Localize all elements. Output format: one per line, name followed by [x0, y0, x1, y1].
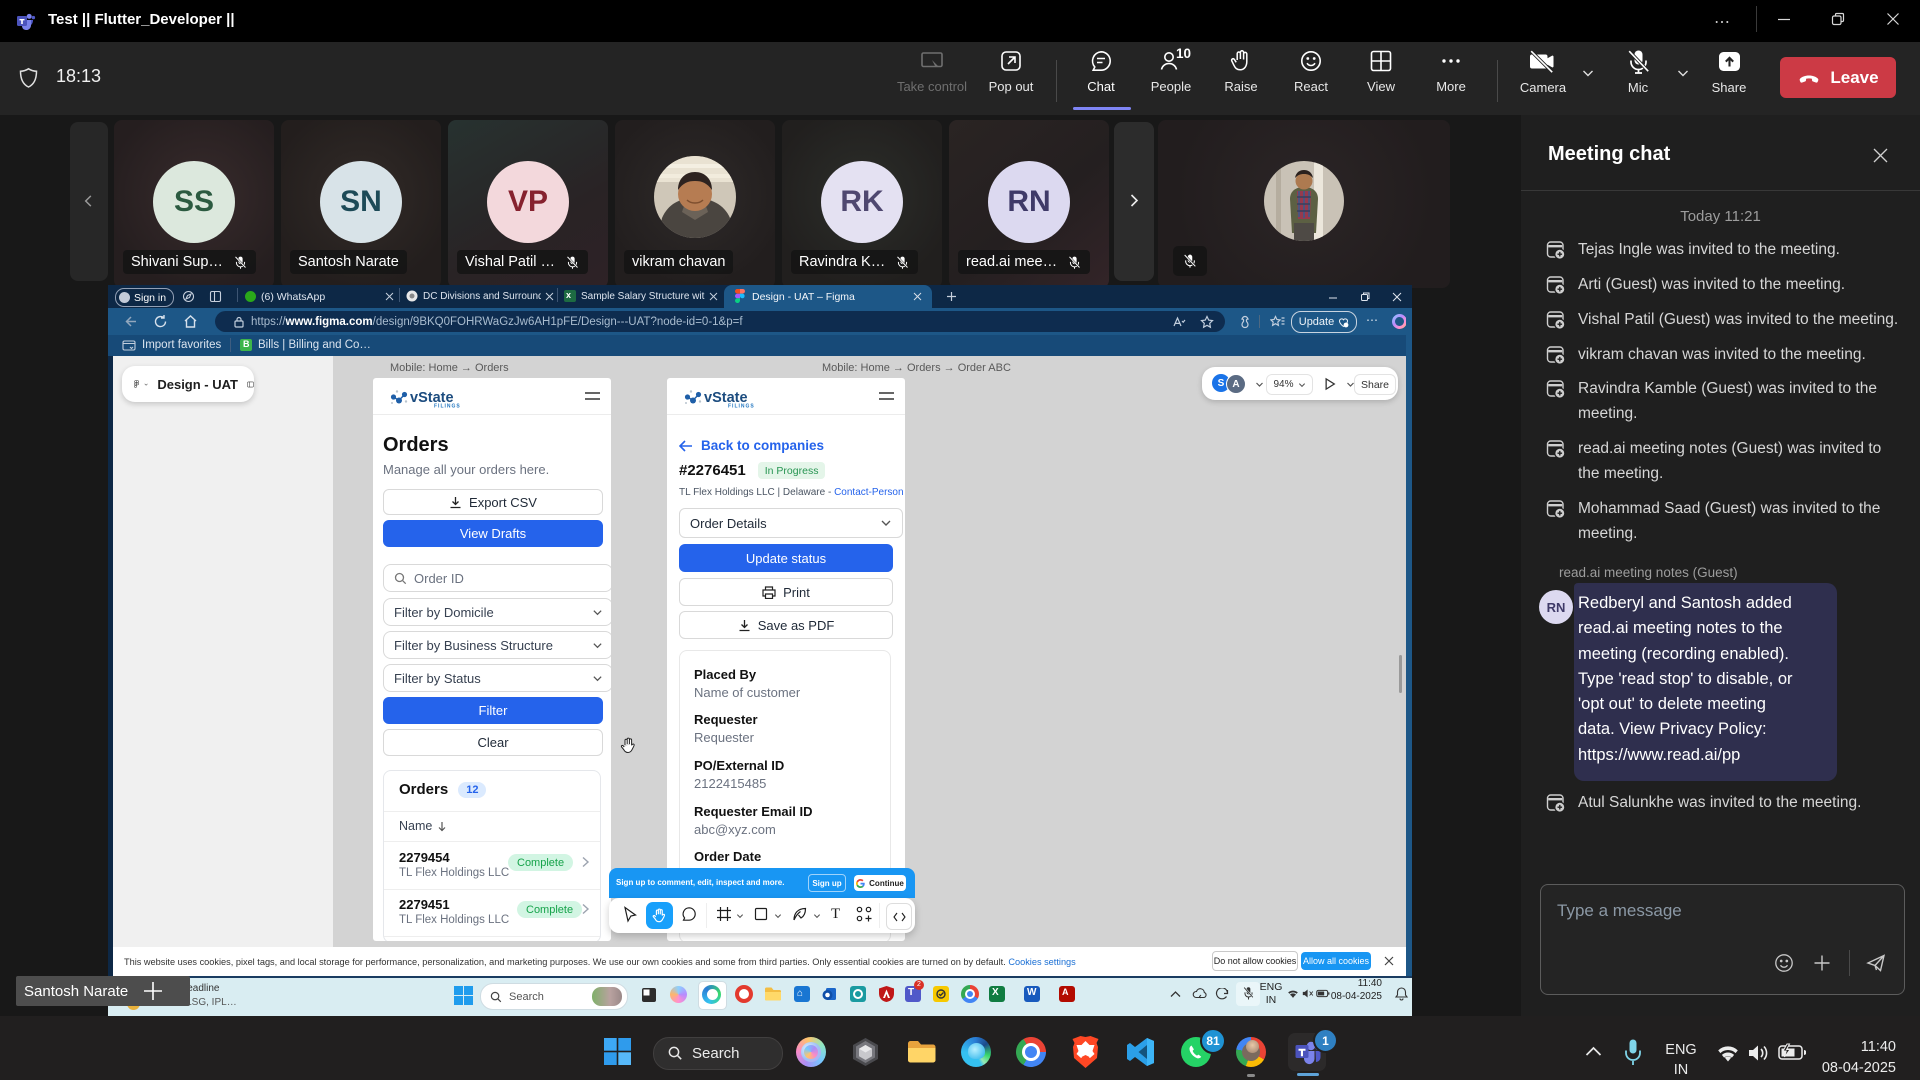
svg-text:FILINGS: FILINGS [728, 404, 755, 410]
svg-text:FILINGS: FILINGS [434, 404, 461, 410]
